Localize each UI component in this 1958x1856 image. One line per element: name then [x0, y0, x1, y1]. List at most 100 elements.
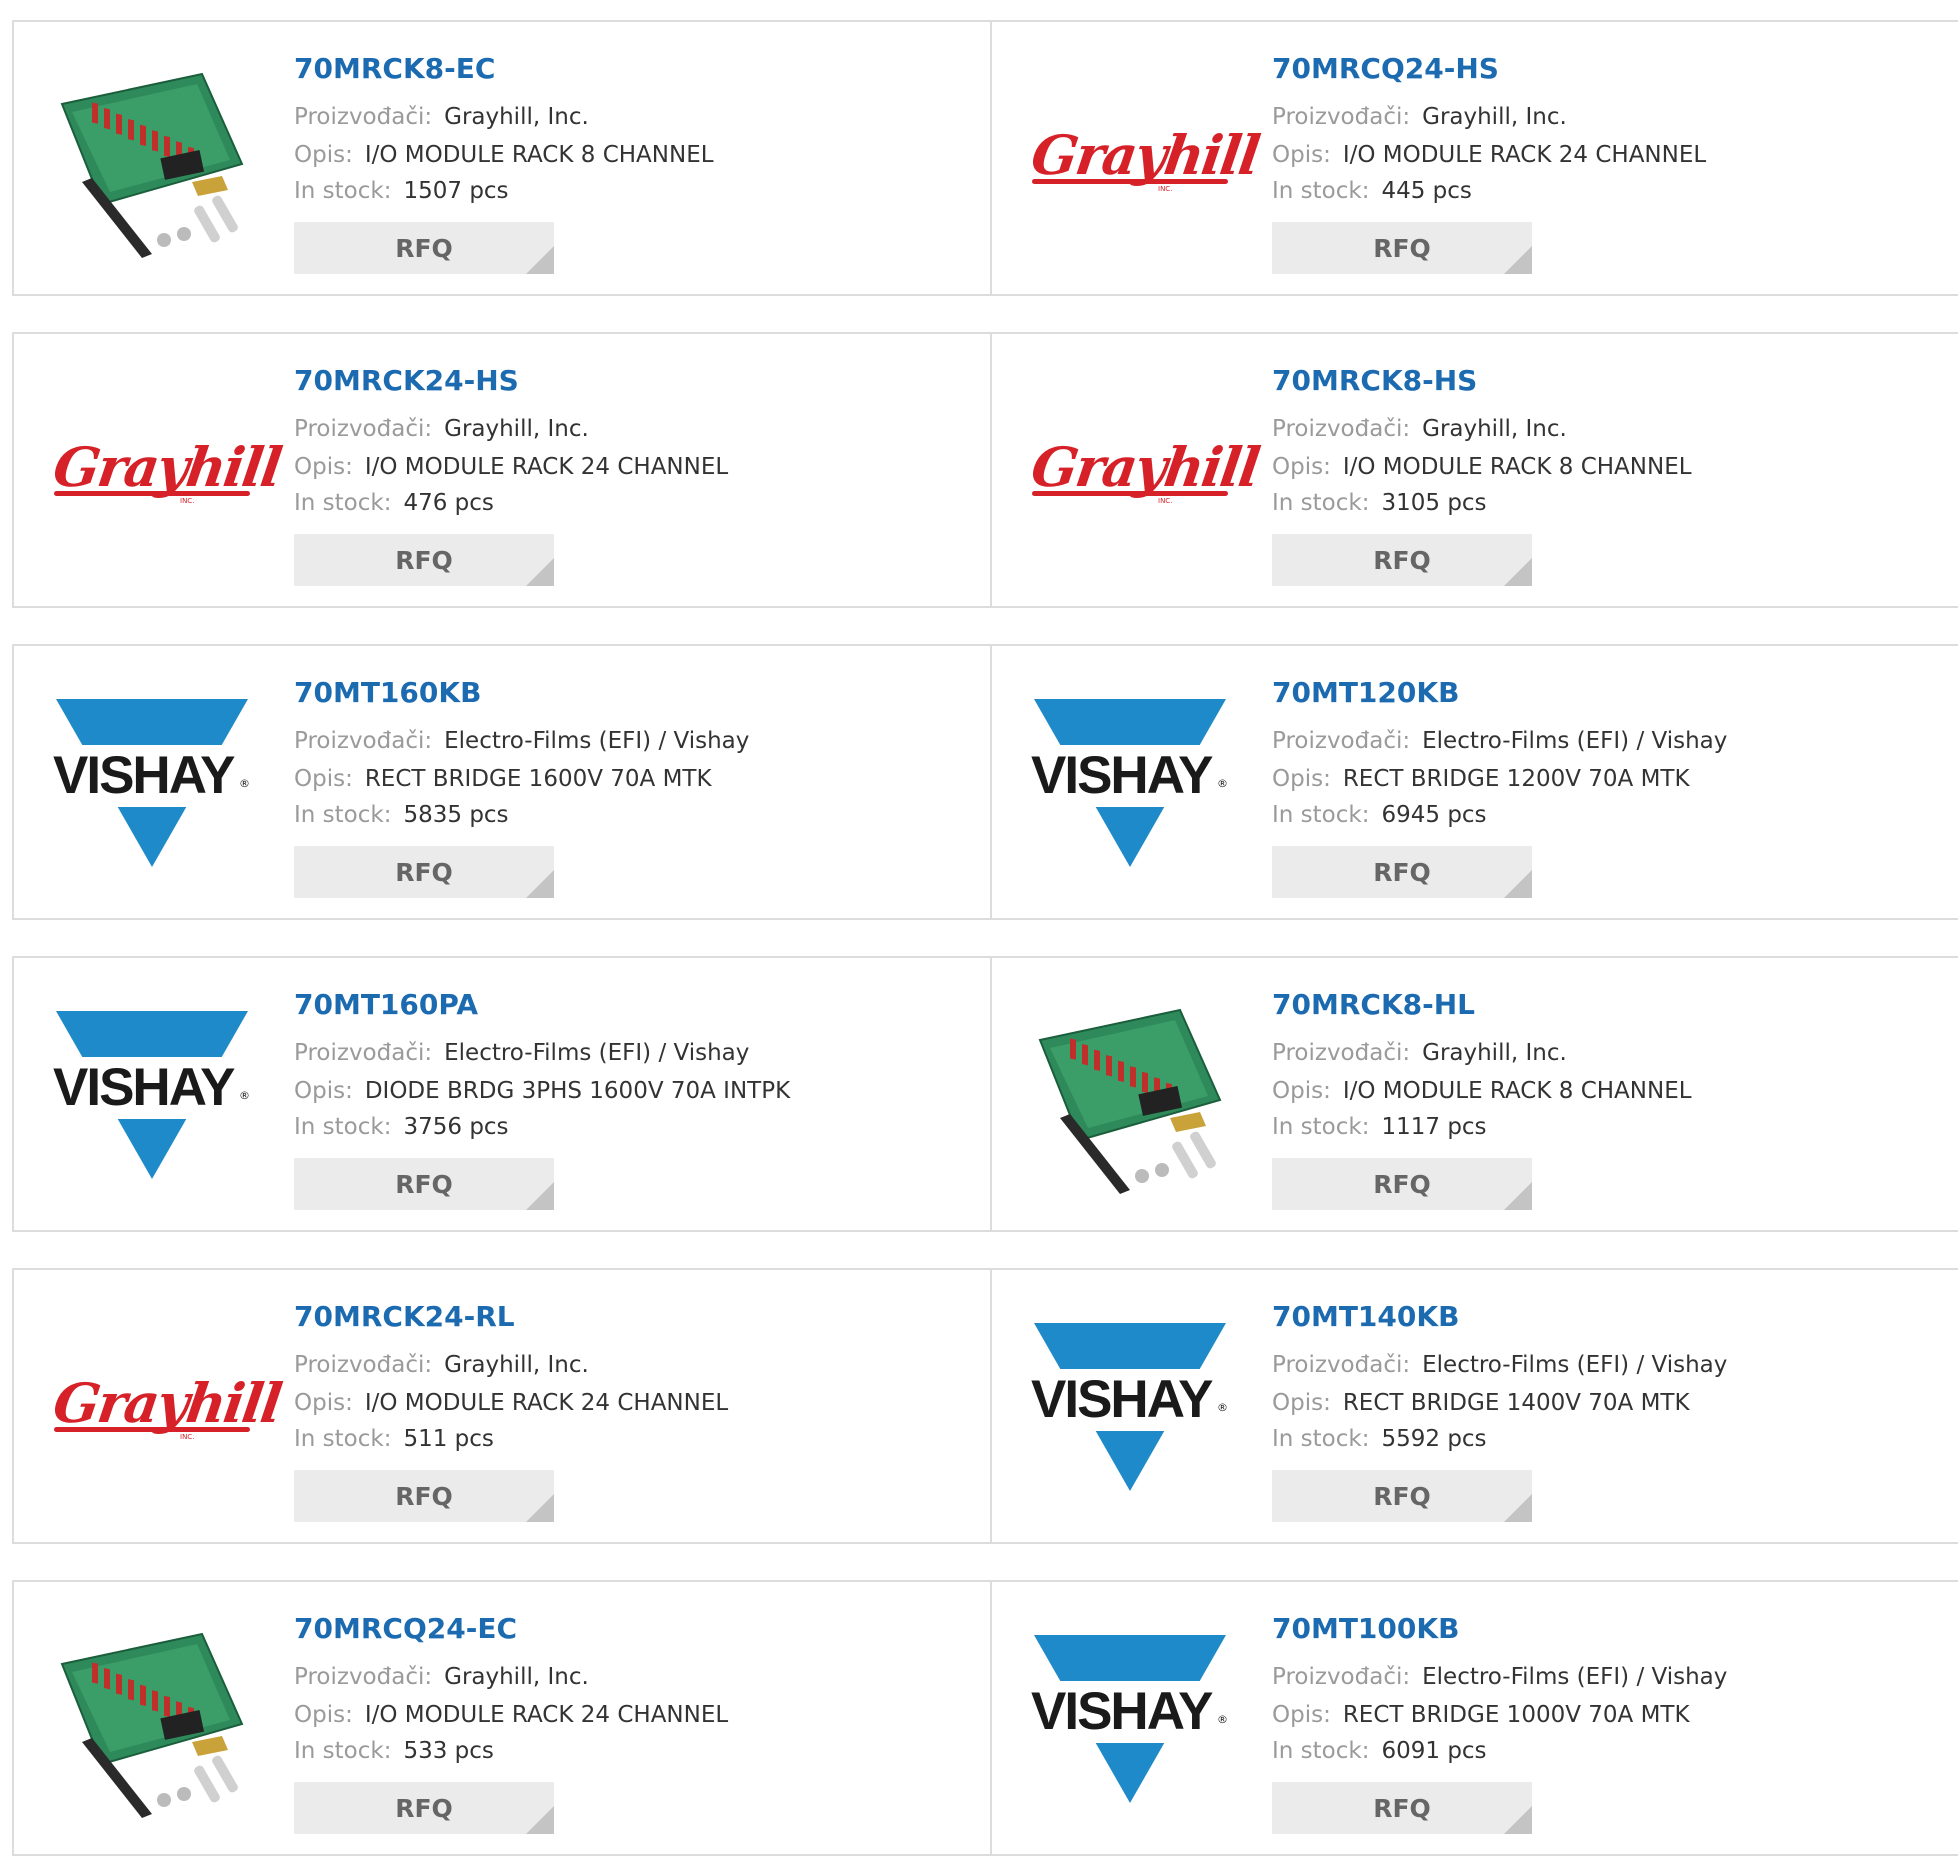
rfq-label: RFQ [1373, 545, 1431, 575]
product-image[interactable] [52, 1624, 252, 1818]
product-image[interactable] [52, 64, 252, 258]
description-line: Opis: I/O MODULE RACK 24 CHANNEL [1272, 140, 1706, 170]
stock-value: 476 pcs [403, 490, 494, 516]
part-number-link[interactable]: 70MT140KB [1272, 1300, 1459, 1333]
rfq-button[interactable]: RFQ [294, 1158, 554, 1210]
description-line: Opis: RECT BRIDGE 1200V 70A MTK [1272, 764, 1690, 794]
corner-fold-icon [526, 1182, 554, 1210]
rfq-button[interactable]: RFQ [294, 1470, 554, 1522]
part-number-link[interactable]: 70MRCQ24-EC [294, 1612, 517, 1645]
manufacturer-value: Electro-Films (EFI) / Vishay [1422, 728, 1728, 754]
grayhill-logo: Grayhill INC. [49, 1371, 285, 1441]
manufacturer-line: Proizvođači: Grayhill, Inc. [1272, 1038, 1567, 1068]
rfq-button[interactable]: RFQ [294, 1782, 554, 1834]
description-label: Opis: [1272, 1702, 1331, 1728]
description-value: I/O MODULE RACK 24 CHANNEL [364, 1390, 729, 1416]
stock-label: In stock: [1272, 490, 1370, 516]
description-value: I/O MODULE RACK 8 CHANNEL [1342, 1078, 1692, 1104]
part-number-link[interactable]: 70MT160KB [294, 676, 481, 709]
rfq-label: RFQ [1373, 857, 1431, 887]
product-image[interactable] [1030, 1000, 1230, 1194]
vishay-logo: VISHAY ® [1030, 1323, 1230, 1495]
stock-line: In stock: 1117 pcs [1272, 1112, 1487, 1142]
description-label: Opis: [1272, 766, 1331, 792]
product-image[interactable]: Grayhill INC. [1028, 376, 1263, 570]
manufacturer-value: Electro-Films (EFI) / Vishay [444, 728, 750, 754]
stock-label: In stock: [1272, 802, 1370, 828]
rfq-label: RFQ [395, 857, 453, 887]
product-card: Grayhill INC. 70MRCK24-HS Proizvođači: Grayh… [12, 332, 992, 608]
rfq-button[interactable]: RFQ [1272, 1782, 1532, 1834]
rfq-button[interactable]: RFQ [1272, 534, 1532, 586]
product-card: 70MRCK8-HL Proizvođači: Grayhill, Inc. Opis… [990, 956, 1958, 1232]
manufacturer-value: Grayhill, Inc. [1422, 416, 1567, 442]
manufacturer-line: Proizvođači: Grayhill, Inc. [294, 1350, 589, 1380]
corner-fold-icon [526, 870, 554, 898]
product-image[interactable]: VISHAY ® [1030, 1312, 1230, 1506]
product-card: VISHAY ® 70MT100KB Proizvođači: Electro-Film… [990, 1580, 1958, 1856]
manufacturer-label: Proizvođači: [294, 728, 433, 754]
description-value: I/O MODULE RACK 8 CHANNEL [364, 142, 714, 168]
stock-value: 445 pcs [1381, 178, 1472, 204]
stock-label: In stock: [1272, 1738, 1370, 1764]
product-image[interactable]: Grayhill INC. [49, 1312, 285, 1506]
rfq-label: RFQ [395, 1793, 453, 1823]
manufacturer-value: Grayhill, Inc. [444, 1664, 589, 1690]
stock-line: In stock: 5592 pcs [1272, 1424, 1487, 1454]
rfq-button[interactable]: RFQ [294, 534, 554, 586]
corner-fold-icon [526, 1494, 554, 1522]
product-card: VISHAY ® 70MT120KB Proizvođači: Electro-Film… [990, 644, 1958, 920]
part-number-link[interactable]: 70MRCK8-HL [1272, 988, 1475, 1021]
stock-label: In stock: [294, 1114, 392, 1140]
product-image[interactable]: VISHAY ® [52, 1000, 252, 1194]
description-value: I/O MODULE RACK 24 CHANNEL [1342, 142, 1707, 168]
manufacturer-line: Proizvođači: Grayhill, Inc. [1272, 414, 1567, 444]
stock-line: In stock: 1507 pcs [294, 176, 509, 206]
stock-line: In stock: 6091 pcs [1272, 1736, 1487, 1766]
part-number-link[interactable]: 70MRCK8-EC [294, 52, 495, 85]
stock-line: In stock: 5835 pcs [294, 800, 509, 830]
product-card: VISHAY ® 70MT140KB Proizvođači: Electro-Film… [990, 1268, 1958, 1544]
grayhill-logo: Grayhill INC. [1027, 123, 1263, 193]
rfq-label: RFQ [395, 1169, 453, 1199]
manufacturer-label: Proizvođači: [294, 1352, 433, 1378]
manufacturer-value: Electro-Films (EFI) / Vishay [1422, 1352, 1728, 1378]
manufacturer-label: Proizvođači: [1272, 416, 1411, 442]
part-number-link[interactable]: 70MRCK24-HS [294, 364, 519, 397]
part-number-link[interactable]: 70MRCQ24-HS [1272, 52, 1499, 85]
part-number-link[interactable]: 70MRCK24-RL [294, 1300, 515, 1333]
product-card: Grayhill INC. 70MRCK8-HS Proizvođači: Grayhi… [990, 332, 1958, 608]
rfq-button[interactable]: RFQ [294, 846, 554, 898]
product-image[interactable]: Grayhill INC. [50, 376, 285, 570]
manufacturer-line: Proizvođači: Electro-Films (EFI) / Vishay [1272, 1350, 1727, 1380]
rfq-button[interactable]: RFQ [1272, 222, 1532, 274]
stock-line: In stock: 533 pcs [294, 1736, 494, 1766]
part-number-link[interactable]: 70MT160PA [294, 988, 478, 1021]
product-image[interactable]: Grayhill INC. [1027, 64, 1263, 258]
rfq-button[interactable]: RFQ [1272, 1470, 1532, 1522]
product-image[interactable]: VISHAY ® [52, 688, 252, 882]
rfq-button[interactable]: RFQ [1272, 846, 1532, 898]
part-number-link[interactable]: 70MRCK8-HS [1272, 364, 1477, 397]
part-number-link[interactable]: 70MT100KB [1272, 1612, 1459, 1645]
manufacturer-value: Grayhill, Inc. [444, 1352, 589, 1378]
description-line: Opis: I/O MODULE RACK 24 CHANNEL [294, 452, 728, 482]
description-label: Opis: [1272, 454, 1331, 480]
manufacturer-label: Proizvođači: [294, 416, 433, 442]
stock-line: In stock: 476 pcs [294, 488, 494, 518]
rfq-label: RFQ [395, 233, 453, 263]
description-line: Opis: RECT BRIDGE 1000V 70A MTK [1272, 1700, 1690, 1730]
corner-fold-icon [526, 1806, 554, 1834]
part-number-link[interactable]: 70MT120KB [1272, 676, 1459, 709]
stock-value: 511 pcs [403, 1426, 494, 1452]
product-card: VISHAY ® 70MT160KB Proizvođači: Electro-Film… [12, 644, 992, 920]
description-line: Opis: I/O MODULE RACK 8 CHANNEL [1272, 1076, 1692, 1106]
manufacturer-label: Proizvođači: [1272, 104, 1411, 130]
rfq-button[interactable]: RFQ [294, 222, 554, 274]
description-value: RECT BRIDGE 1200V 70A MTK [1342, 766, 1690, 792]
product-image[interactable]: VISHAY ® [1030, 1624, 1230, 1818]
rfq-button[interactable]: RFQ [1272, 1158, 1532, 1210]
stock-value: 1117 pcs [1381, 1114, 1487, 1140]
stock-label: In stock: [1272, 1114, 1370, 1140]
product-image[interactable]: VISHAY ® [1030, 688, 1230, 882]
